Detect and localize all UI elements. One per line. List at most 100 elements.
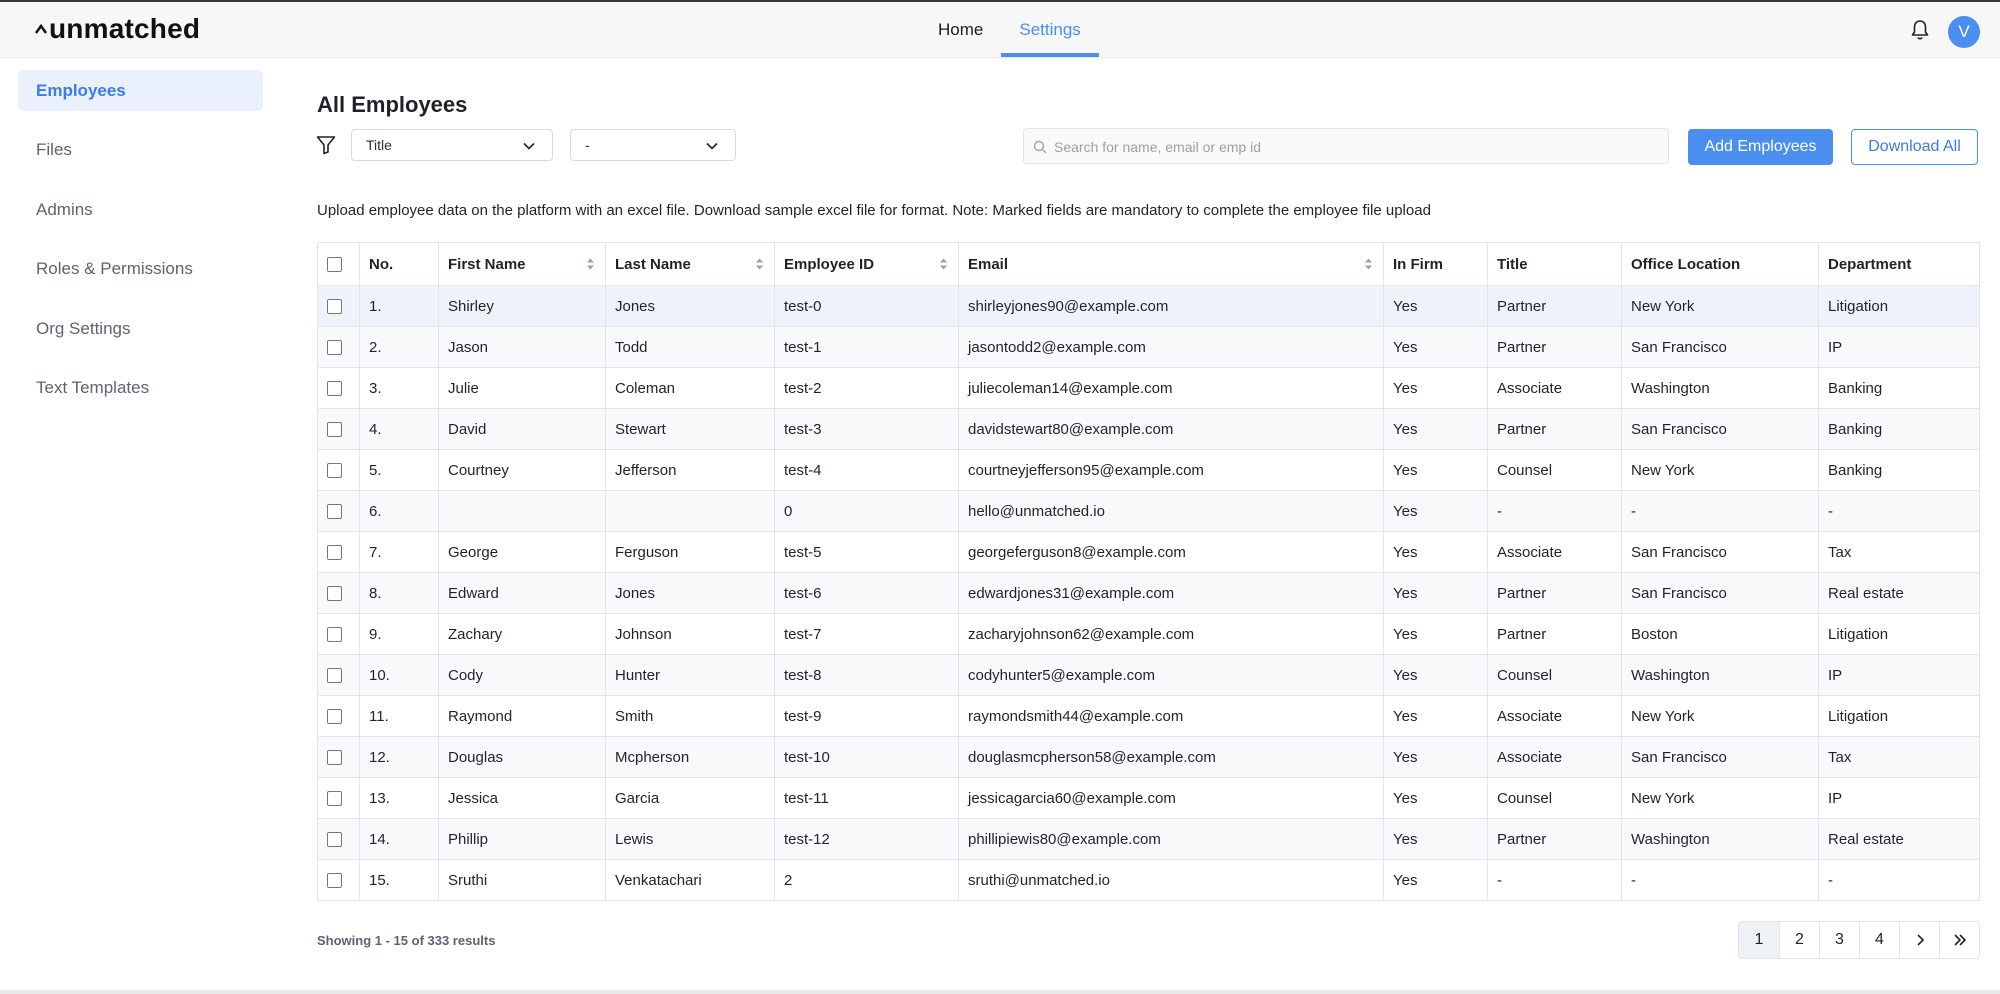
in-firm-cell: Yes (1383, 695, 1488, 737)
row-checkbox[interactable] (327, 791, 342, 807)
title-cell: Partner (1487, 818, 1622, 860)
next-page-button[interactable] (1899, 922, 1939, 958)
row-select-cell (317, 654, 360, 696)
sort-icon[interactable] (939, 257, 948, 271)
chevron-down-icon (522, 139, 536, 156)
row-checkbox[interactable] (327, 750, 342, 766)
column-header-last-name[interactable]: Last Name (605, 242, 775, 286)
table-row[interactable]: 3. Julie Coleman test-2 juliecoleman14@examp… (317, 367, 1980, 409)
row-select-cell (317, 818, 360, 860)
last-name-cell: Todd (605, 326, 775, 368)
row-checkbox[interactable] (327, 586, 342, 602)
sidebar-item-org-settings[interactable]: Org Settings (18, 308, 263, 349)
table-row[interactable]: 10. Cody Hunter test-8 codyhunter5@example.c… (317, 654, 1980, 696)
download-all-button[interactable]: Download All (1851, 129, 1978, 165)
last-page-button[interactable] (1939, 922, 1979, 958)
sidebar-item-files[interactable]: Files (18, 129, 263, 170)
add-employees-button[interactable]: Add Employees (1688, 129, 1833, 165)
sidebar-item-text-templates[interactable]: Text Templates (18, 367, 263, 408)
sidebar: Employees Files Admins Roles & Permissio… (0, 58, 280, 992)
bell-icon[interactable] (1908, 18, 1932, 42)
in-firm-cell: Yes (1383, 531, 1488, 573)
table-row[interactable]: 15. Sruthi Venkatachari 2 sruthi@unmatched.i… (317, 859, 1980, 901)
table-row[interactable]: 14. Phillip Lewis test-12 phillipiewis80@exa… (317, 818, 1980, 860)
table-row[interactable]: 13. Jessica Garcia test-11 jessicagarcia60@e… (317, 777, 1980, 819)
office-location-cell: New York (1621, 285, 1819, 327)
employee-id-cell: test-4 (774, 449, 959, 491)
column-header-label: First Name (448, 255, 526, 273)
row-checkbox[interactable] (327, 709, 342, 725)
row-checkbox[interactable] (327, 545, 342, 561)
avatar[interactable]: V (1948, 16, 1980, 48)
first-name-cell: Douglas (438, 736, 606, 778)
title-cell: Associate (1487, 531, 1622, 573)
column-header-label: Last Name (615, 255, 691, 273)
row-checkbox[interactable] (327, 299, 342, 315)
page-button-2[interactable]: 2 (1779, 922, 1819, 958)
table-row[interactable]: 7. George Ferguson test-5 georgeferguson8@ex… (317, 531, 1980, 573)
table-row[interactable]: 1. Shirley Jones test-0 shirleyjones90@examp… (317, 285, 1980, 327)
column-header-label: Employee ID (784, 255, 875, 273)
row-checkbox[interactable] (327, 832, 342, 848)
sidebar-item-employees[interactable]: Employees (18, 70, 263, 111)
table-row[interactable]: 12. Douglas Mcpherson test-10 douglasmcphers… (317, 736, 1980, 778)
value-filter-value: - (585, 137, 590, 153)
column-header-employee-id[interactable]: Employee ID (774, 242, 959, 286)
value-filter-select[interactable]: - (570, 129, 736, 161)
table-row[interactable]: 6. 0 hello@unmatched.io Yes - - - (317, 490, 1980, 532)
row-number: 12. (359, 736, 439, 778)
row-checkbox[interactable] (327, 627, 342, 643)
sidebar-item-roles-permissions[interactable]: Roles & Permissions (18, 248, 263, 289)
title-cell: Counsel (1487, 449, 1622, 491)
in-firm-cell: Yes (1383, 654, 1488, 696)
row-checkbox[interactable] (327, 504, 342, 520)
employee-id-cell: 0 (774, 490, 959, 532)
title-filter-select[interactable]: Title (351, 129, 553, 161)
sidebar-item-admins[interactable]: Admins (18, 189, 263, 230)
column-header-email[interactable]: Email (958, 242, 1384, 286)
row-checkbox[interactable] (327, 463, 342, 479)
department-cell: Litigation (1818, 285, 1980, 327)
sort-icon[interactable] (586, 257, 595, 271)
page-button-4[interactable]: 4 (1859, 922, 1899, 958)
email-cell: georgeferguson8@example.com (958, 531, 1384, 573)
row-checkbox[interactable] (327, 381, 342, 397)
column-header-first-name[interactable]: First Name (438, 242, 606, 286)
in-firm-cell: Yes (1383, 818, 1488, 860)
column-header-in-firm: In Firm (1383, 242, 1488, 286)
logo[interactable]: unmatched (35, 12, 200, 46)
top-nav: Home Settings (920, 2, 1100, 57)
table-row[interactable]: 5. Courtney Jefferson test-4 courtneyjeffers… (317, 449, 1980, 491)
department-cell: Banking (1818, 367, 1980, 409)
table-row[interactable]: 11. Raymond Smith test-9 raymondsmith44@exam… (317, 695, 1980, 737)
first-name-cell: Jason (438, 326, 606, 368)
select-all-checkbox[interactable] (327, 257, 342, 273)
office-location-cell: - (1621, 490, 1819, 532)
filter-icon[interactable] (315, 134, 337, 156)
tab-settings[interactable]: Settings (1001, 2, 1100, 57)
row-checkbox[interactable] (327, 668, 342, 684)
row-checkbox[interactable] (327, 340, 342, 356)
page-button-1[interactable]: 1 (1739, 922, 1779, 958)
employee-id-cell: test-3 (774, 408, 959, 450)
last-name-cell: Garcia (605, 777, 775, 819)
employee-id-cell: test-0 (774, 285, 959, 327)
tab-home[interactable]: Home (920, 2, 1001, 57)
in-firm-cell: Yes (1383, 326, 1488, 368)
search-input[interactable] (1052, 129, 1656, 165)
row-checkbox[interactable] (327, 873, 342, 889)
department-cell: Real estate (1818, 572, 1980, 614)
page-button-3[interactable]: 3 (1819, 922, 1859, 958)
table-row[interactable]: 4. David Stewart test-3 davidstewart80@examp… (317, 408, 1980, 450)
table-row[interactable]: 9. Zachary Johnson test-7 zacharyjohnson62@e… (317, 613, 1980, 655)
column-header-office-location: Office Location (1621, 242, 1819, 286)
employee-id-cell: test-1 (774, 326, 959, 368)
in-firm-cell: Yes (1383, 408, 1488, 450)
sort-icon[interactable] (1364, 257, 1373, 271)
sort-icon[interactable] (755, 257, 764, 271)
first-name-cell: Cody (438, 654, 606, 696)
table-row[interactable]: 8. Edward Jones test-6 edwardjones31@example… (317, 572, 1980, 614)
first-name-cell: Raymond (438, 695, 606, 737)
table-row[interactable]: 2. Jason Todd test-1 jasontodd2@example.com Y… (317, 326, 1980, 368)
row-checkbox[interactable] (327, 422, 342, 438)
